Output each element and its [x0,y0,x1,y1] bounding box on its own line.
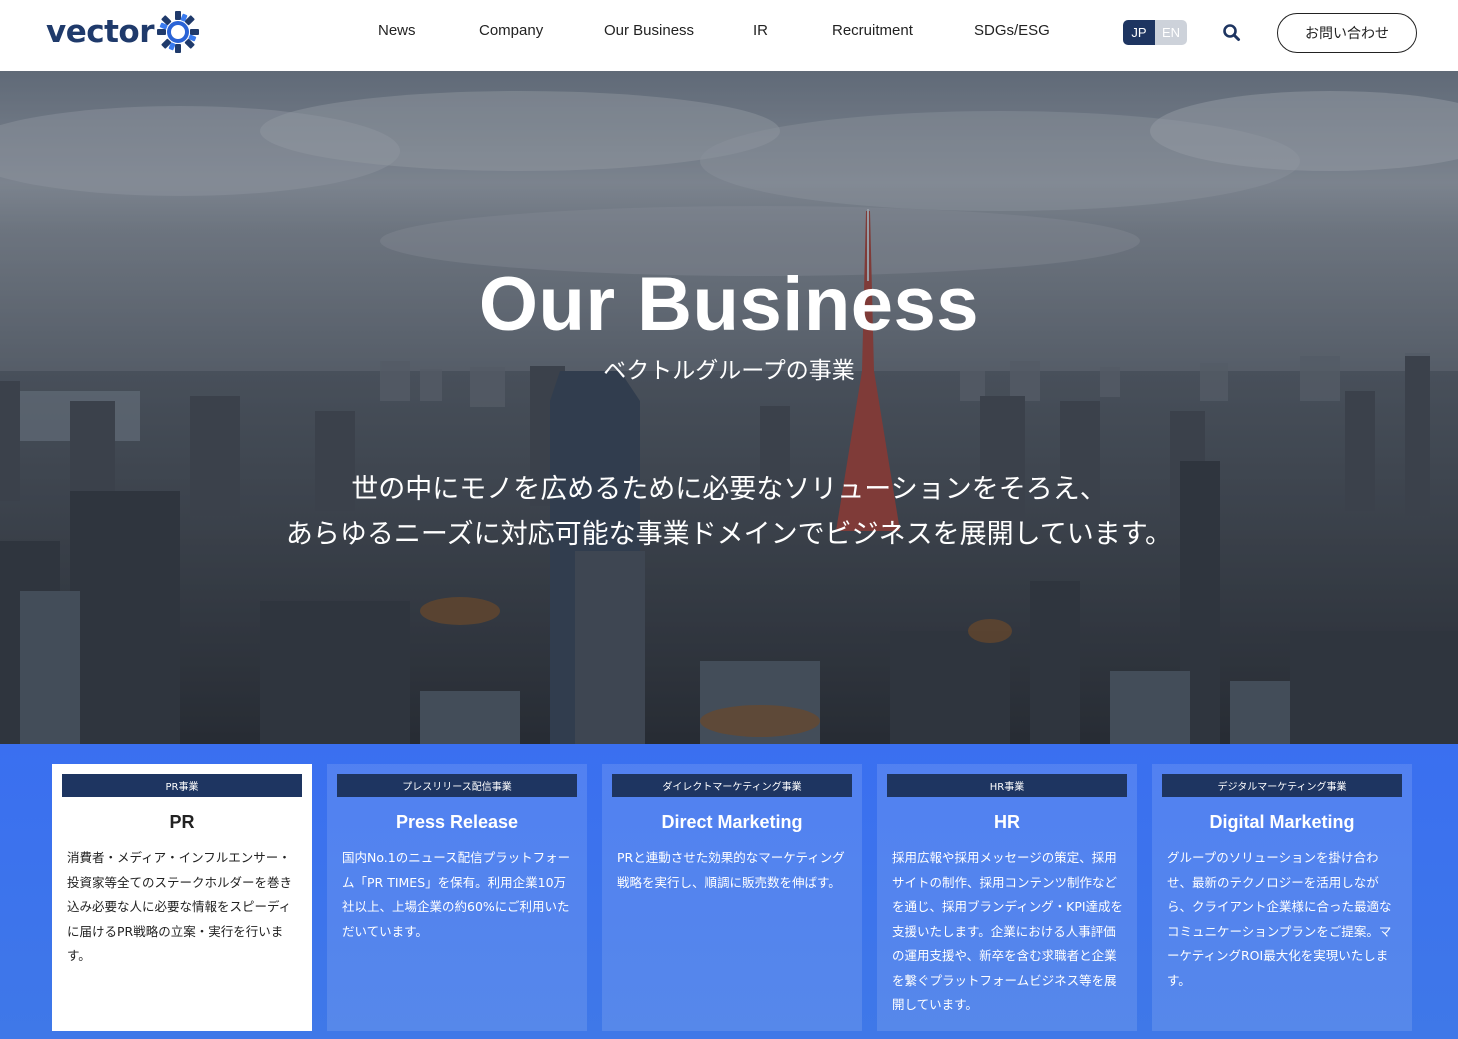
hero-title: Our Business [478,262,980,347]
card-title: HR [994,812,1020,832]
nav-sdgs-esg[interactable]: SDGs/ESG [974,22,1050,39]
nav-news[interactable]: News [378,22,416,39]
card-body: PRと連動させた効果的なマーケティング戦略を実行し、順調に販売数を伸ばす。 [617,850,845,890]
card-tag: プレスリリース配信事業 [337,774,577,797]
business-card-hr[interactable]: HR事業 HR 採用広報や採用メッセージの策定、採用サイトの制作、採用コンテンツ… [877,764,1137,1031]
hero-description-line2: あらゆるニーズに対応可能な事業ドメインでビジネスを展開しています。 [285,519,1173,550]
business-section: PR事業 PR 消費者・メディア・インフルエンサー・投資家等全てのステークホルダ… [0,744,1458,1039]
business-card-pr[interactable]: PR事業 PR 消費者・メディア・インフルエンサー・投資家等全てのステークホルダ… [52,764,312,1031]
card-body: 採用広報や採用メッセージの策定、採用サイトの制作、採用コンテンツ制作などを通じ、… [892,850,1124,1012]
business-card-digital-marketing[interactable]: デジタルマーケティング事業 Digital Marketing グループのソリュ… [1152,764,1412,1031]
hero-overlay [0,71,1458,744]
card-title: PR [169,812,195,832]
hero-subtitle: ベクトルグループの事業 [603,358,855,384]
nav-recruitment[interactable]: Recruitment [832,22,913,39]
hero-section: Our Business ベクトルグループの事業 世の中にモノを広めるために必要… [0,71,1458,744]
business-card-press-release[interactable]: プレスリリース配信事業 Press Release 国内No.1のニュース配信プ… [327,764,587,1031]
card-title: Digital Marketing [1209,812,1355,832]
search-icon[interactable] [1221,22,1243,44]
nav-company[interactable]: Company [479,22,543,39]
card-body: 消費者・メディア・インフルエンサー・投資家等全てのステークホルダーを巻き込み必要… [67,850,293,963]
card-tag: HR事業 [887,774,1127,797]
card-tag: ダイレクトマーケティング事業 [612,774,852,797]
card-body: 国内No.1のニュース配信プラットフォーム「PR TIMES」を保有。利用企業1… [342,850,571,939]
card-title: Press Release [395,812,519,832]
contact-button[interactable]: お問い合わせ [1277,13,1417,53]
business-card-direct-marketing[interactable]: ダイレクトマーケティング事業 Direct Marketing PRと連動させた… [602,764,862,1031]
hero-description: 世の中にモノを広めるために必要なソリューションをそろえ、 あらゆるニーズに対応可… [0,467,1458,557]
card-tag: デジタルマーケティング事業 [1162,774,1402,797]
card-body: グループのソリューションを掛け合わせ、最新のテクノロジーを活用しながら、クライア… [1167,850,1392,988]
nav-ir[interactable]: IR [753,22,768,39]
lang-en-button[interactable]: EN [1155,20,1187,45]
site-header: vector News Company Our Business IR Recr… [0,0,1458,71]
card-tag: PR事業 [62,774,302,797]
card-title: Direct Marketing [661,812,803,832]
nav-our-business[interactable]: Our Business [604,22,694,39]
hero-description-line1: 世の中にモノを広めるために必要なソリューションをそろえ、 [351,474,1107,505]
lang-jp-button[interactable]: JP [1123,20,1155,45]
language-switcher: JP EN [1123,20,1187,45]
